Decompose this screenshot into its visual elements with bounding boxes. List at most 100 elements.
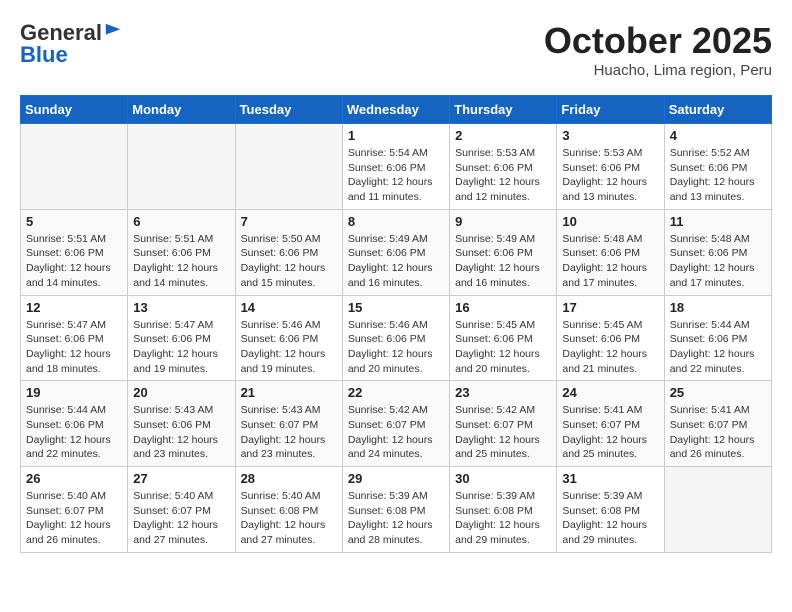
weekday-header-row: SundayMondayTuesdayWednesdayThursdayFrid…: [21, 96, 772, 124]
calendar-cell: 8 Sunrise: 5:49 AMSunset: 6:06 PMDaylight…: [342, 209, 449, 295]
day-info: Sunrise: 5:40 AMSunset: 6:07 PMDaylight:…: [133, 489, 229, 548]
day-number: 15: [348, 300, 444, 315]
day-info: Sunrise: 5:47 AMSunset: 6:06 PMDaylight:…: [26, 318, 122, 377]
calendar-cell: [128, 124, 235, 210]
title-area: October 2025 Huacho, Lima region, Peru: [544, 20, 772, 79]
day-info: Sunrise: 5:53 AMSunset: 6:06 PMDaylight:…: [562, 146, 658, 205]
calendar-cell: 12 Sunrise: 5:47 AMSunset: 6:06 PMDayligh…: [21, 295, 128, 381]
day-info: Sunrise: 5:45 AMSunset: 6:06 PMDaylight:…: [562, 318, 658, 377]
calendar-cell: 27 Sunrise: 5:40 AMSunset: 6:07 PMDayligh…: [128, 467, 235, 553]
day-info: Sunrise: 5:49 AMSunset: 6:06 PMDaylight:…: [348, 232, 444, 291]
calendar-cell: 2 Sunrise: 5:53 AMSunset: 6:06 PMDaylight…: [450, 124, 557, 210]
calendar-cell: 13Sunrise: 5:47 AMSunset: 6:06 PMDayligh…: [128, 295, 235, 381]
day-info: Sunrise: 5:46 AMSunset: 6:06 PMDaylight:…: [348, 318, 444, 377]
calendar-week-3: 12 Sunrise: 5:47 AMSunset: 6:06 PMDayligh…: [21, 295, 772, 381]
day-number: 29: [348, 471, 444, 486]
day-number: 5: [26, 214, 122, 229]
day-number: 7: [241, 214, 337, 229]
day-number: 26: [26, 471, 122, 486]
day-info: Sunrise: 5:48 AMSunset: 6:06 PMDaylight:…: [670, 232, 766, 291]
calendar-cell: 6 Sunrise: 5:51 AMSunset: 6:06 PMDaylight…: [128, 209, 235, 295]
day-number: 25: [670, 385, 766, 400]
weekday-header-sunday: Sunday: [21, 96, 128, 124]
logo-flag-icon: [104, 22, 122, 40]
calendar-week-5: 26 Sunrise: 5:40 AMSunset: 6:07 PMDayligh…: [21, 467, 772, 553]
day-number: 14: [241, 300, 337, 315]
day-number: 17: [562, 300, 658, 315]
calendar-cell: 3 Sunrise: 5:53 AMSunset: 6:06 PMDaylight…: [557, 124, 664, 210]
calendar-cell: 30Sunrise: 5:39 AMSunset: 6:08 PMDayligh…: [450, 467, 557, 553]
day-info: Sunrise: 5:54 AMSunset: 6:06 PMDaylight:…: [348, 146, 444, 205]
weekday-header-monday: Monday: [128, 96, 235, 124]
calendar-table: SundayMondayTuesdayWednesdayThursdayFrid…: [20, 95, 772, 553]
weekday-header-friday: Friday: [557, 96, 664, 124]
calendar-cell: 19 Sunrise: 5:44 AMSunset: 6:06 PMDayligh…: [21, 381, 128, 467]
calendar-cell: 23Sunrise: 5:42 AMSunset: 6:07 PMDayligh…: [450, 381, 557, 467]
day-info: Sunrise: 5:40 AMSunset: 6:07 PMDaylight:…: [26, 489, 122, 548]
day-number: 18: [670, 300, 766, 315]
day-info: Sunrise: 5:41 AMSunset: 6:07 PMDaylight:…: [562, 403, 658, 462]
day-info: Sunrise: 5:48 AMSunset: 6:06 PMDaylight:…: [562, 232, 658, 291]
day-number: 8: [348, 214, 444, 229]
day-number: 3: [562, 128, 658, 143]
calendar-cell: 4Sunrise: 5:52 AMSunset: 6:06 PMDaylight…: [664, 124, 771, 210]
calendar-cell: [21, 124, 128, 210]
day-number: 9: [455, 214, 551, 229]
day-number: 12: [26, 300, 122, 315]
page-header: General Blue October 2025 Huacho, Lima r…: [20, 20, 772, 79]
day-number: 23: [455, 385, 551, 400]
calendar-cell: 9 Sunrise: 5:49 AMSunset: 6:06 PMDaylight…: [450, 209, 557, 295]
day-number: 24: [562, 385, 658, 400]
calendar-cell: 20Sunrise: 5:43 AMSunset: 6:06 PMDayligh…: [128, 381, 235, 467]
day-number: 4: [670, 128, 766, 143]
day-info: Sunrise: 5:46 AMSunset: 6:06 PMDaylight:…: [241, 318, 337, 377]
day-number: 11: [670, 214, 766, 229]
calendar-cell: [235, 124, 342, 210]
day-info: Sunrise: 5:42 AMSunset: 6:07 PMDaylight:…: [348, 403, 444, 462]
day-info: Sunrise: 5:39 AMSunset: 6:08 PMDaylight:…: [562, 489, 658, 548]
day-number: 10: [562, 214, 658, 229]
calendar-cell: 29 Sunrise: 5:39 AMSunset: 6:08 PMDayligh…: [342, 467, 449, 553]
calendar-cell: 17 Sunrise: 5:45 AMSunset: 6:06 PMDayligh…: [557, 295, 664, 381]
day-info: Sunrise: 5:51 AMSunset: 6:06 PMDaylight:…: [133, 232, 229, 291]
calendar-cell: 21Sunrise: 5:43 AMSunset: 6:07 PMDayligh…: [235, 381, 342, 467]
logo: General Blue: [20, 20, 122, 68]
calendar-cell: [664, 467, 771, 553]
calendar-cell: 24 Sunrise: 5:41 AMSunset: 6:07 PMDayligh…: [557, 381, 664, 467]
day-number: 27: [133, 471, 229, 486]
day-info: Sunrise: 5:39 AMSunset: 6:08 PMDaylight:…: [348, 489, 444, 548]
day-number: 20: [133, 385, 229, 400]
day-info: Sunrise: 5:47 AMSunset: 6:06 PMDaylight:…: [133, 318, 229, 377]
calendar-cell: 16 Sunrise: 5:45 AMSunset: 6:06 PMDayligh…: [450, 295, 557, 381]
day-info: Sunrise: 5:45 AMSunset: 6:06 PMDaylight:…: [455, 318, 551, 377]
calendar-week-4: 19 Sunrise: 5:44 AMSunset: 6:06 PMDayligh…: [21, 381, 772, 467]
day-info: Sunrise: 5:41 AMSunset: 6:07 PMDaylight:…: [670, 403, 766, 462]
weekday-header-thursday: Thursday: [450, 96, 557, 124]
day-number: 30: [455, 471, 551, 486]
calendar-cell: 14 Sunrise: 5:46 AMSunset: 6:06 PMDayligh…: [235, 295, 342, 381]
calendar-cell: 31Sunrise: 5:39 AMSunset: 6:08 PMDayligh…: [557, 467, 664, 553]
weekday-header-tuesday: Tuesday: [235, 96, 342, 124]
day-number: 2: [455, 128, 551, 143]
day-number: 19: [26, 385, 122, 400]
location-subtitle: Huacho, Lima region, Peru: [544, 62, 772, 79]
day-number: 16: [455, 300, 551, 315]
calendar-week-1: 1Sunrise: 5:54 AMSunset: 6:06 PMDaylight…: [21, 124, 772, 210]
calendar-cell: 28Sunrise: 5:40 AMSunset: 6:08 PMDayligh…: [235, 467, 342, 553]
day-info: Sunrise: 5:44 AMSunset: 6:06 PMDaylight:…: [26, 403, 122, 462]
day-info: Sunrise: 5:50 AMSunset: 6:06 PMDaylight:…: [241, 232, 337, 291]
weekday-header-saturday: Saturday: [664, 96, 771, 124]
calendar-week-2: 5 Sunrise: 5:51 AMSunset: 6:06 PMDaylight…: [21, 209, 772, 295]
calendar-cell: 22 Sunrise: 5:42 AMSunset: 6:07 PMDayligh…: [342, 381, 449, 467]
day-info: Sunrise: 5:53 AMSunset: 6:06 PMDaylight:…: [455, 146, 551, 205]
calendar-cell: 10 Sunrise: 5:48 AMSunset: 6:06 PMDayligh…: [557, 209, 664, 295]
calendar-cell: 26 Sunrise: 5:40 AMSunset: 6:07 PMDayligh…: [21, 467, 128, 553]
day-number: 21: [241, 385, 337, 400]
weekday-header-wednesday: Wednesday: [342, 96, 449, 124]
day-info: Sunrise: 5:44 AMSunset: 6:06 PMDaylight:…: [670, 318, 766, 377]
day-info: Sunrise: 5:49 AMSunset: 6:06 PMDaylight:…: [455, 232, 551, 291]
calendar-cell: 11 Sunrise: 5:48 AMSunset: 6:06 PMDayligh…: [664, 209, 771, 295]
calendar-cell: 1Sunrise: 5:54 AMSunset: 6:06 PMDaylight…: [342, 124, 449, 210]
day-number: 22: [348, 385, 444, 400]
day-number: 6: [133, 214, 229, 229]
